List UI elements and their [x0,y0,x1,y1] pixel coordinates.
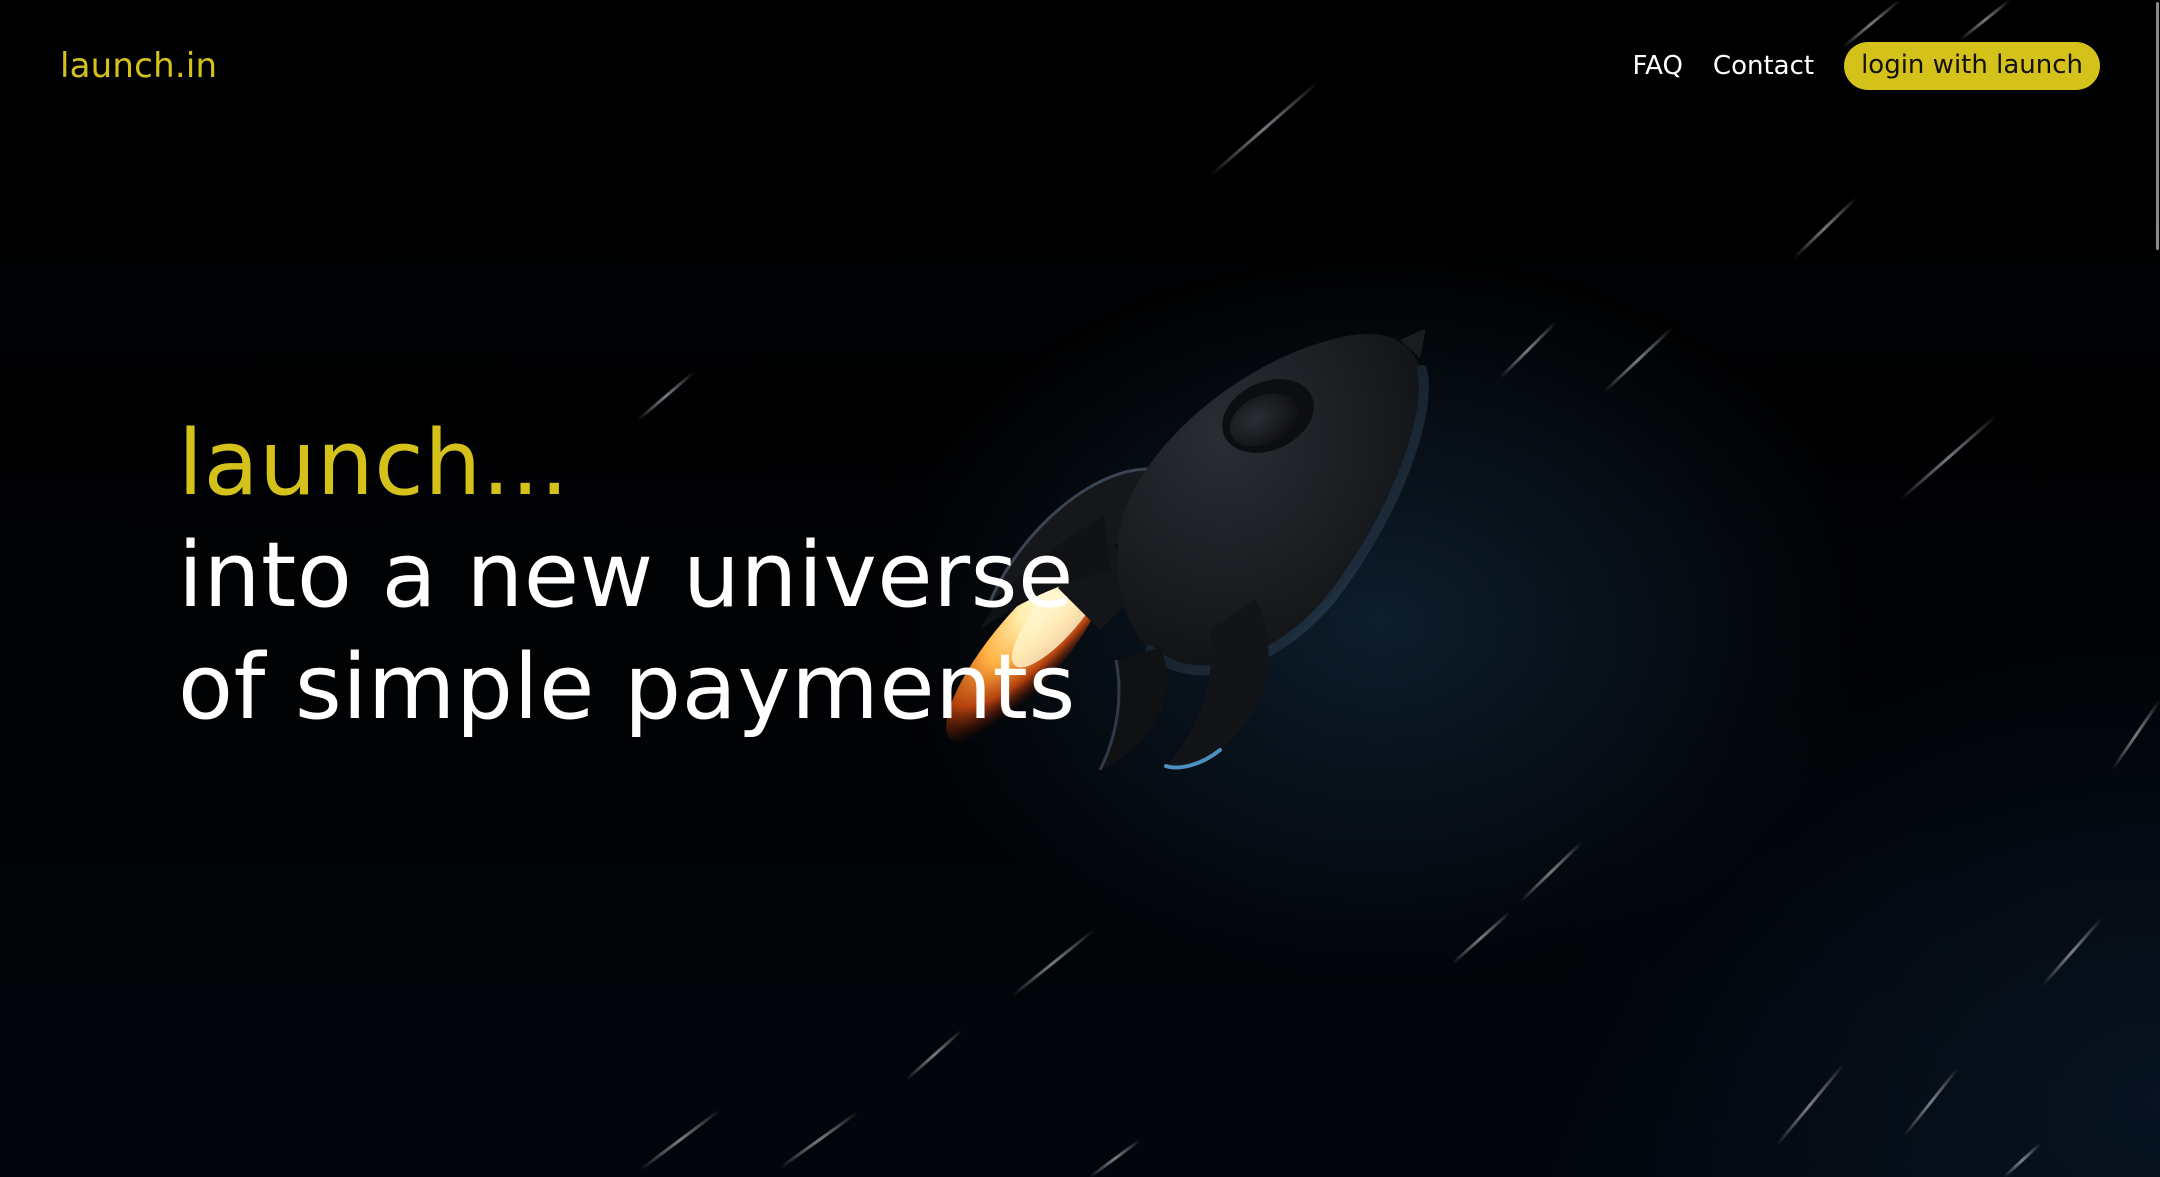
top-nav: FAQ Contact login with launch [1633,42,2100,90]
nav-link-contact[interactable]: Contact [1713,51,1814,81]
hero-headline: launch... into a new universe of simple … [178,408,1076,744]
page-scrollbar[interactable] [2152,0,2160,1177]
hero-line-launch: launch... [178,411,570,516]
hero-background: launch.in FAQ Contact login with launch … [0,0,2160,1177]
hero-line-payments: of simple payments [178,635,1076,740]
hero-line-universe: into a new universe [178,523,1074,628]
nav-link-faq[interactable]: FAQ [1633,51,1683,81]
brand-logo[interactable]: launch.in [60,46,217,86]
login-with-launch-button[interactable]: login with launch [1844,42,2100,90]
scrollbar-thumb[interactable] [2156,2,2159,250]
